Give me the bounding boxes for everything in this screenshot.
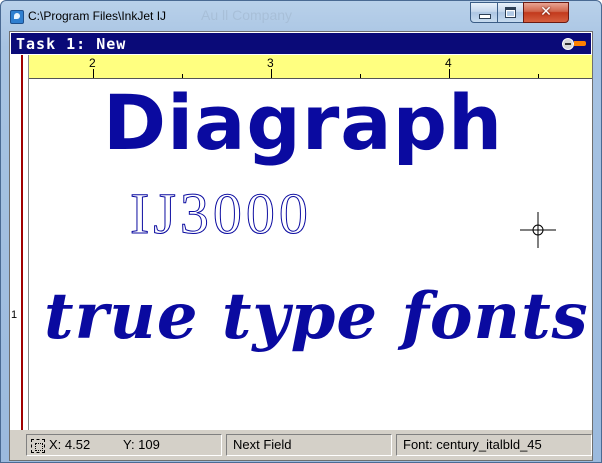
print-start-marker[interactable] — [21, 55, 23, 430]
toggle-bar — [574, 41, 586, 46]
message-canvas[interactable]: Diagraph IJ3000 true type fonts — [30, 79, 592, 430]
app-icon[interactable] — [10, 10, 24, 24]
vertical-ruler-label: 1 — [11, 309, 18, 321]
ruler-tick — [449, 69, 450, 78]
minimize-button[interactable] — [470, 2, 498, 23]
minimize-icon — [479, 14, 491, 19]
toggle-icon[interactable] — [562, 38, 586, 50]
close-icon: ✕ — [540, 4, 552, 20]
task-title: Task 1: New — [16, 35, 127, 53]
client-area: Task 1: New 1 2 3 4 Diagraph IJ3000 true… — [9, 31, 593, 461]
task-titlebar[interactable]: Task 1: New — [10, 32, 592, 55]
maximize-button[interactable] — [497, 2, 524, 23]
window-title: C:\Program Files\InkJet IJ — [28, 9, 167, 23]
x-coordinate: X: 4.52 — [49, 437, 91, 452]
ruler-tick — [93, 69, 94, 78]
maximize-icon — [505, 7, 516, 18]
field-status-panel: Next Field — [226, 434, 392, 456]
text-field-true-type-fonts[interactable]: true type fonts — [44, 277, 589, 357]
ruler-label-2: 2 — [89, 56, 96, 70]
text-field-diagraph[interactable]: Diagraph — [103, 79, 503, 167]
message-editor[interactable]: 1 2 3 4 Diagraph IJ3000 true type fonts — [10, 55, 592, 430]
window-titlebar[interactable]: C:\Program Files\InkJet IJ Au ll Company… — [1, 1, 601, 31]
ruler-tick — [271, 69, 272, 78]
background-window-title: Au ll Company — [201, 7, 293, 23]
selection-icon — [31, 439, 45, 453]
vertical-ruler: 1 — [10, 55, 29, 430]
status-bar: X: 4.52 Y: 109 Next Field Font: century_… — [10, 430, 592, 460]
crosshair-icon — [520, 212, 556, 248]
font-status-panel: Font: century_italbld_45 — [396, 434, 592, 456]
close-button[interactable]: ✕ — [523, 2, 569, 23]
ruler-label-3: 3 — [267, 56, 274, 70]
y-coordinate: Y: 109 — [123, 437, 160, 452]
horizontal-ruler: 2 3 4 — [29, 55, 592, 79]
ruler-label-4: 4 — [445, 56, 452, 70]
toggle-knob — [562, 38, 574, 50]
app-window: C:\Program Files\InkJet IJ Au ll Company… — [0, 0, 602, 463]
coordinates-panel: X: 4.52 Y: 109 — [26, 434, 222, 456]
text-field-ij3000[interactable]: IJ3000 — [130, 179, 312, 249]
ruler-tick — [538, 74, 539, 78]
